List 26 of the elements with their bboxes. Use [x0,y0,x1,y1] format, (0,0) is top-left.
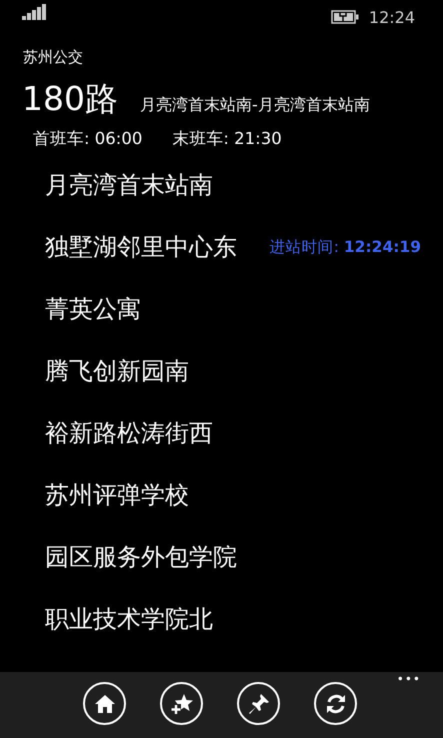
stop-name[interactable]: 苏州评弹学校 [45,477,189,513]
stop-name[interactable]: 园区服务外包学院 [45,539,237,575]
pin-icon [248,692,270,714]
stop-name[interactable]: 职业技术学院北 [45,601,213,637]
refresh-icon [324,692,346,714]
first-bus-time: 首班车: 06:00 [33,128,142,150]
more-button[interactable]: ••• [396,672,421,686]
home-icon [94,692,116,714]
stop-name[interactable]: 腾飞创新园南 [45,353,189,389]
last-bus-time: 末班车: 21:30 [172,128,282,150]
battery-charging-icon [330,10,359,24]
route-number: 180路 [22,78,118,120]
pin-button[interactable] [237,682,280,725]
star-plus-icon [170,692,192,714]
stop-name[interactable]: 裕新路松涛街西 [45,415,213,451]
clock-time: 12:24 [368,8,415,26]
route-name: 月亮湾首末站南-月亮湾首末站南 [140,95,370,116]
app-title: 苏州公交 [22,47,84,67]
arrival-time: 进站时间: 12:24:19 [270,236,421,258]
refresh-button[interactable] [314,682,357,725]
stop-name[interactable]: 独墅湖邻里中心东 [45,229,237,265]
stop-name[interactable]: 菁英公寓 [45,291,141,327]
favorite-button[interactable] [160,682,203,725]
home-button[interactable] [83,682,126,725]
stop-name[interactable]: 月亮湾首末站南 [45,167,213,203]
signal-icon [22,4,48,20]
